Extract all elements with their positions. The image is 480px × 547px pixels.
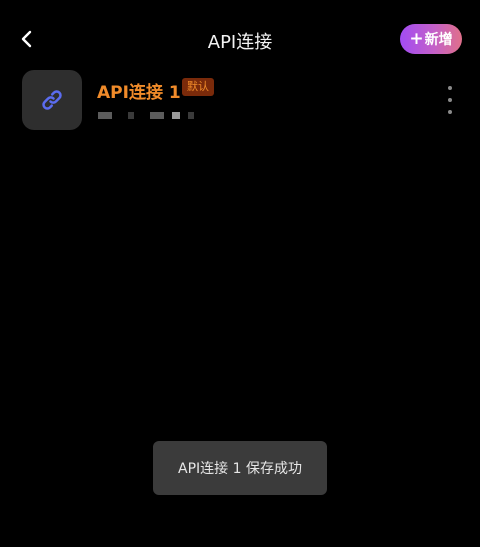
connection-avatar xyxy=(22,70,82,130)
more-options-button[interactable] xyxy=(440,86,460,114)
add-button-label: 新增 xyxy=(424,32,453,48)
more-vertical-icon-dot xyxy=(448,98,452,102)
link-icon xyxy=(42,90,62,110)
plus-icon: + xyxy=(409,28,424,49)
toast-notification: API连接 1 保存成功 xyxy=(153,441,327,495)
default-badge: 默认 xyxy=(182,78,214,96)
connection-name: API连接 1 xyxy=(97,83,181,103)
masked-endpoint-text xyxy=(98,110,208,122)
add-connection-button[interactable]: + 新增 xyxy=(400,24,462,54)
more-vertical-icon xyxy=(448,86,452,90)
more-vertical-icon-dot xyxy=(448,110,452,114)
connection-list-item[interactable]: API连接 1 默认 xyxy=(0,66,480,134)
